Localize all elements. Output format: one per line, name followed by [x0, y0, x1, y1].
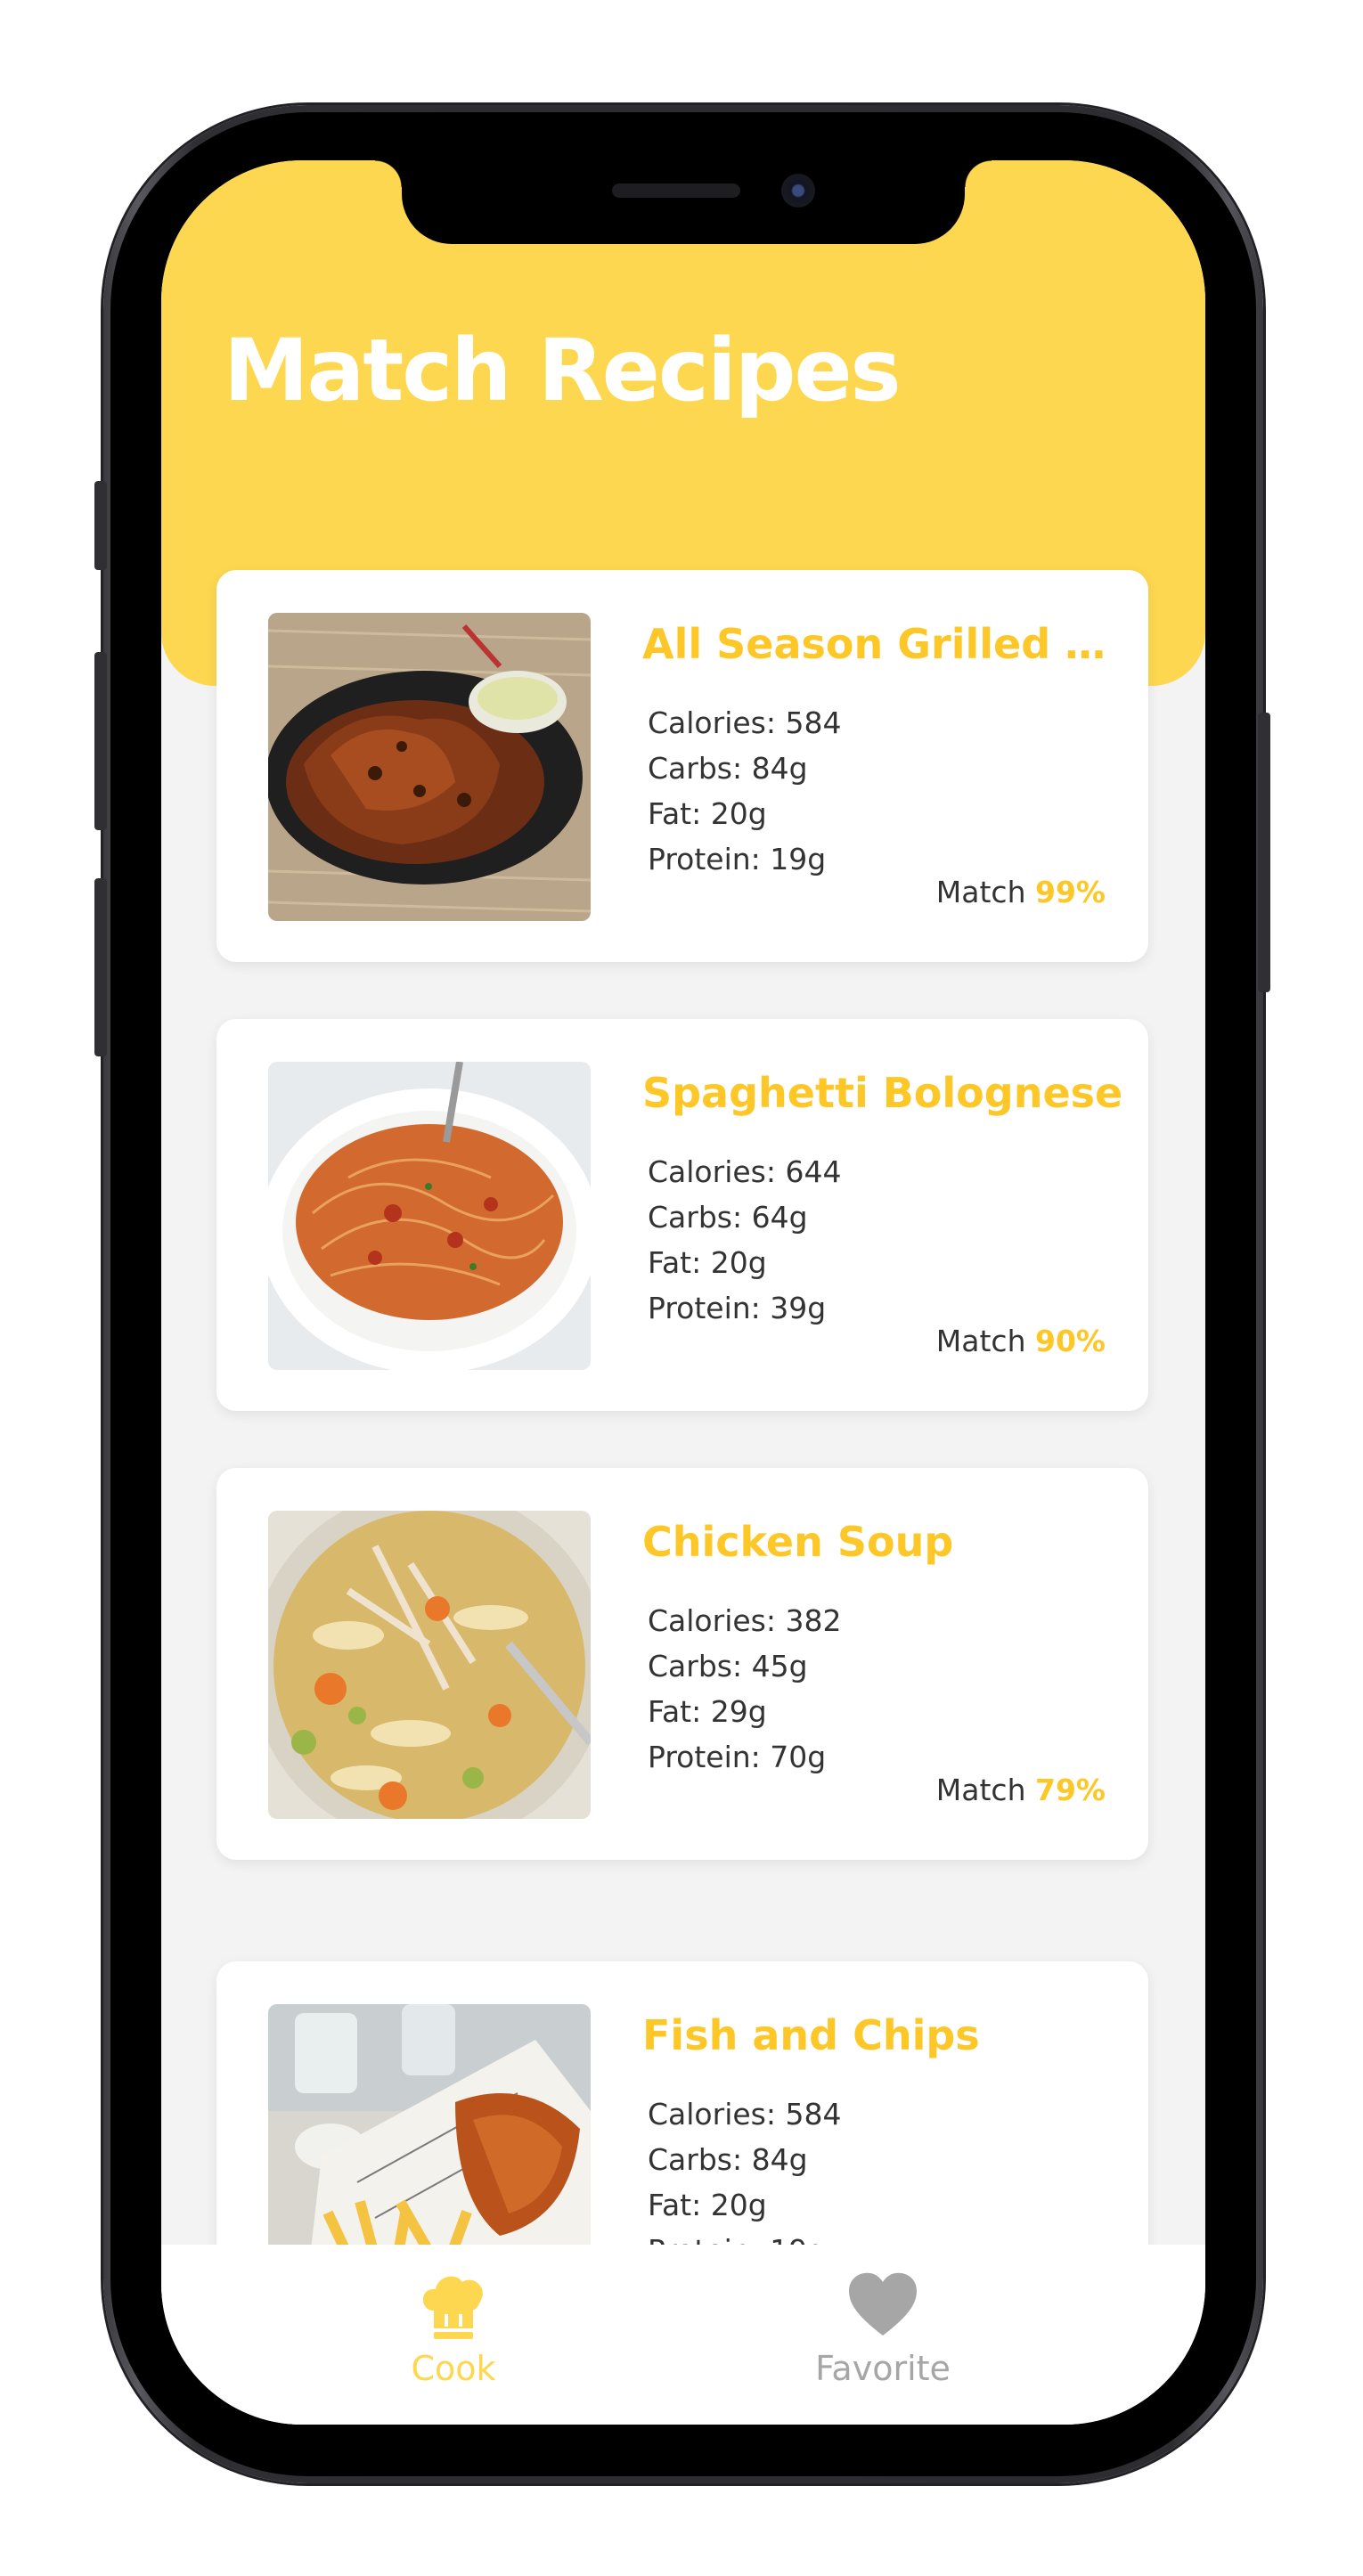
chef-hat-icon: [422, 2276, 483, 2339]
recipe-title: All Season Grilled Chicken: [642, 620, 1123, 668]
page-title: Match Recipes: [224, 321, 902, 420]
match-percent: 90%: [1035, 1324, 1106, 1358]
app-screen: Match Recipes All Season Grilled Ch Calo…: [161, 160, 1205, 2425]
match-score: Match 99%: [936, 875, 1106, 909]
fat-text: Fat: 20g: [648, 2188, 767, 2222]
match-label: Match: [935, 875, 1026, 909]
chicken-soup-photo: [268, 1511, 591, 1819]
grilled-chicken-photo: [268, 613, 591, 921]
nutrition-info: Calories: 644 Carbs: 64g Fat: 20g Protei…: [648, 1149, 841, 1331]
tab-cook-label: Cook: [411, 2349, 496, 2388]
power-button: [1258, 713, 1270, 992]
calories-text: Calories: 644: [648, 1154, 842, 1189]
protein-text: Protein: 70g: [648, 1740, 827, 1774]
match-score: Match 90%: [936, 1324, 1106, 1358]
fat-text: Fat: 29g: [648, 1694, 767, 1729]
match-score: Match 79%: [936, 1773, 1106, 1807]
heart-icon: [849, 2272, 917, 2336]
carbs-text: Carbs: 84g: [648, 2142, 808, 2177]
recipe-card[interactable]: All Season Grilled Chicken Calories: 584…: [216, 570, 1148, 962]
fat-text: Fat: 20g: [648, 796, 767, 831]
phone-notch: [375, 160, 992, 244]
match-label: Match: [935, 1773, 1026, 1807]
calories-text: Calories: 382: [648, 1603, 842, 1638]
recipe-card[interactable]: Chicken Soup Calories: 382 Carbs: 45g Fa…: [216, 1468, 1148, 1860]
protein-text: Protein: 39g: [648, 1291, 827, 1325]
protein-text: Protein: 19g: [648, 842, 827, 876]
recipe-card[interactable]: Spaghetti Bolognese Calories: 644 Carbs:…: [216, 1019, 1148, 1411]
volume-up-button: [94, 652, 107, 830]
speaker-grille: [612, 183, 740, 198]
front-camera: [781, 174, 815, 208]
match-percent: 99%: [1035, 875, 1106, 909]
calories-text: Calories: 584: [648, 2097, 842, 2132]
recipe-title: Fish and Chips: [642, 2011, 980, 2059]
tab-favorite-label: Favorite: [815, 2349, 951, 2388]
carbs-text: Carbs: 84g: [648, 751, 808, 786]
recipe-title: Chicken Soup: [642, 1518, 954, 1566]
tab-cook[interactable]: Cook: [347, 2270, 560, 2388]
nutrition-info: Calories: 584 Carbs: 84g Fat: 20g Protei…: [648, 700, 841, 882]
tab-favorite[interactable]: Favorite: [776, 2270, 990, 2388]
carbs-text: Carbs: 45g: [648, 1649, 808, 1683]
match-percent: 79%: [1035, 1773, 1106, 1807]
calories-text: Calories: 584: [648, 705, 842, 740]
volume-down-button: [94, 878, 107, 1056]
match-label: Match: [935, 1324, 1026, 1358]
carbs-text: Carbs: 64g: [648, 1200, 808, 1235]
fat-text: Fat: 20g: [648, 1245, 767, 1280]
recipe-title: Spaghetti Bolognese: [642, 1069, 1123, 1117]
bottom-tab-bar: Cook Favorite: [161, 2245, 1205, 2425]
mute-switch: [94, 481, 107, 570]
nutrition-info: Calories: 382 Carbs: 45g Fat: 29g Protei…: [648, 1598, 841, 1780]
spaghetti-photo: [268, 1062, 591, 1370]
